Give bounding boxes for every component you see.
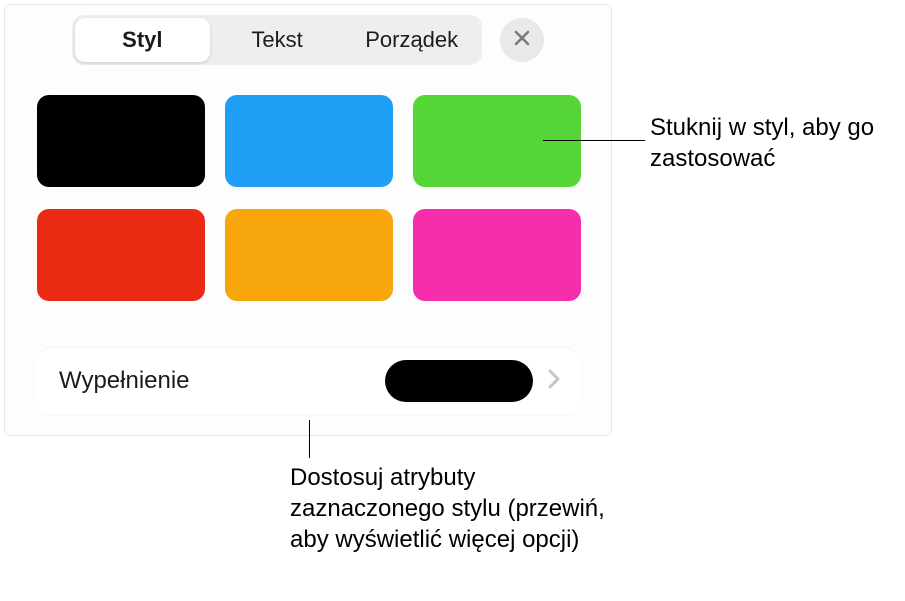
- style-swatch-green[interactable]: [413, 95, 581, 187]
- callout-text: Stuknij w styl, aby go zastosować: [650, 114, 874, 172]
- fill-row[interactable]: Wypełnienie: [37, 347, 579, 415]
- tab-style[interactable]: Styl: [75, 18, 210, 62]
- style-swatch-blue[interactable]: [225, 95, 393, 187]
- callout-tap-style: Stuknij w styl, aby go zastosować: [650, 112, 905, 174]
- tabbar: Styl Tekst Porządek: [72, 15, 482, 65]
- tab-arrange[interactable]: Porządek: [344, 18, 479, 62]
- style-swatch-red[interactable]: [37, 209, 205, 301]
- style-swatch-orange[interactable]: [225, 209, 393, 301]
- callout-text: Dostosuj atrybuty zaznaczonego stylu (pr…: [290, 464, 605, 553]
- fill-label: Wypełnienie: [59, 367, 385, 395]
- callout-leader: [309, 420, 310, 458]
- tabbar-row: Styl Tekst Porządek: [5, 15, 611, 65]
- style-swatch-black[interactable]: [37, 95, 205, 187]
- callout-customize: Dostosuj atrybuty zaznaczonego stylu (pr…: [290, 462, 630, 556]
- tab-label: Styl: [122, 27, 162, 53]
- close-button[interactable]: [500, 18, 544, 62]
- format-panel: Styl Tekst Porządek Wypełnienie: [4, 4, 612, 436]
- chevron-right-icon: [547, 368, 561, 395]
- tab-label: Tekst: [251, 27, 302, 53]
- style-swatches: [37, 95, 581, 301]
- close-icon: [513, 29, 531, 52]
- style-swatch-pink[interactable]: [413, 209, 581, 301]
- fill-color-preview: [385, 360, 533, 402]
- tab-label: Porządek: [365, 27, 458, 53]
- callout-leader: [543, 140, 645, 141]
- tab-text[interactable]: Tekst: [210, 18, 345, 62]
